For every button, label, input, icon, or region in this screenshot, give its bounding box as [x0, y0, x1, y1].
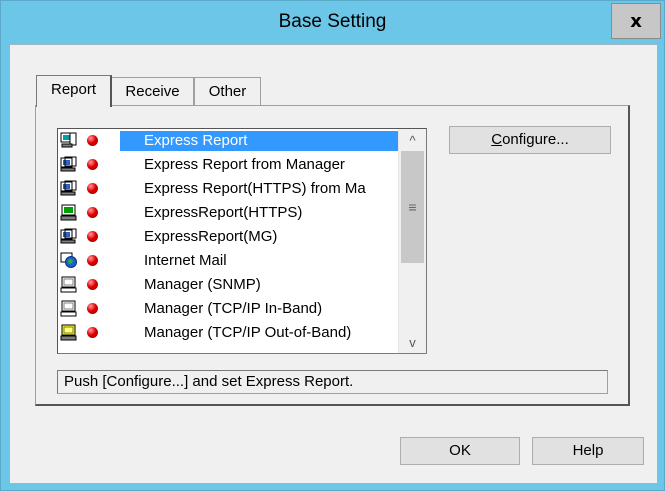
- monitor-icon: [60, 300, 77, 317]
- list-item[interactable]: ExpressReport(MG): [58, 225, 398, 249]
- tab-report[interactable]: Report: [36, 75, 112, 107]
- list-item[interactable]: Express Report(HTTPS) from Ma: [58, 177, 398, 201]
- scroll-up-button[interactable]: ^: [399, 129, 426, 151]
- help-button[interactable]: Help: [532, 437, 644, 465]
- list-item[interactable]: Express Report: [58, 129, 398, 153]
- close-button[interactable]: x: [611, 3, 661, 39]
- red-dot-icon: [87, 207, 98, 218]
- list-item[interactable]: Manager (TCP/IP In-Band): [58, 297, 398, 321]
- list-item-label: Express Report: [120, 131, 398, 151]
- list-item-label: Express Report from Manager: [144, 156, 345, 173]
- computer-icon: [60, 156, 77, 172]
- scroll-thumb[interactable]: ≡: [401, 151, 424, 263]
- list-item-label: Manager (TCP/IP In-Band): [144, 300, 323, 317]
- red-dot-icon: [87, 231, 98, 242]
- title-bar[interactable]: Base Setting x: [1, 1, 664, 43]
- yellow-monitor-icon: [60, 324, 77, 341]
- ok-button[interactable]: OK: [400, 437, 520, 465]
- chevron-down-icon: v: [409, 334, 416, 350]
- computer-icon: [60, 228, 77, 244]
- list-item[interactable]: Internet Mail: [58, 249, 398, 273]
- tab-other[interactable]: Other: [194, 77, 261, 106]
- red-dot-icon: [87, 303, 98, 314]
- dialog-window: Base Setting x Report Receive Other Expr…: [0, 0, 665, 491]
- list-scrollbar[interactable]: ^ ≡ v: [398, 129, 426, 353]
- list-item-label: Manager (TCP/IP Out-of-Band): [144, 324, 352, 341]
- red-dot-icon: [87, 159, 98, 170]
- close-icon: x: [630, 10, 642, 32]
- red-dot-icon: [87, 135, 98, 146]
- red-dot-icon: [87, 255, 98, 266]
- window-title: Base Setting: [278, 11, 387, 32]
- status-message: Push [Configure...] and set Express Repo…: [57, 370, 608, 394]
- list-item-label: ExpressReport(HTTPS): [144, 204, 303, 221]
- list-item[interactable]: Express Report from Manager: [58, 153, 398, 177]
- chevron-up-icon: ^: [409, 132, 416, 148]
- red-dot-icon: [87, 327, 98, 338]
- report-list[interactable]: Express Report Express Report from Manag…: [57, 128, 427, 354]
- globe-computer-icon: [60, 252, 77, 268]
- list-item[interactable]: Manager (SNMP): [58, 273, 398, 297]
- dialog-client-area: Report Receive Other Express Report Expr…: [9, 44, 658, 484]
- green-computer-icon: [60, 204, 77, 221]
- monitor-icon: [60, 276, 77, 293]
- list-item[interactable]: Manager (TCP/IP Out-of-Band): [58, 321, 398, 345]
- list-item-label: ExpressReport(MG): [144, 228, 278, 245]
- red-dot-icon: [87, 279, 98, 290]
- scroll-down-button[interactable]: v: [399, 331, 426, 353]
- report-tab-panel: Express Report Express Report from Manag…: [35, 105, 630, 406]
- grip-icon: ≡: [408, 199, 417, 215]
- list-item-label: Manager (SNMP): [144, 276, 261, 293]
- list-item[interactable]: ExpressReport(HTTPS): [58, 201, 398, 225]
- configure-button[interactable]: Configure...: [449, 126, 611, 154]
- list-item-label: Internet Mail: [144, 252, 227, 269]
- tab-receive[interactable]: Receive: [111, 77, 194, 106]
- red-dot-icon: [87, 183, 98, 194]
- computer-icon: [60, 180, 77, 196]
- list-item-label: Express Report(HTTPS) from Ma: [144, 180, 366, 197]
- network-computer-icon: [60, 132, 77, 148]
